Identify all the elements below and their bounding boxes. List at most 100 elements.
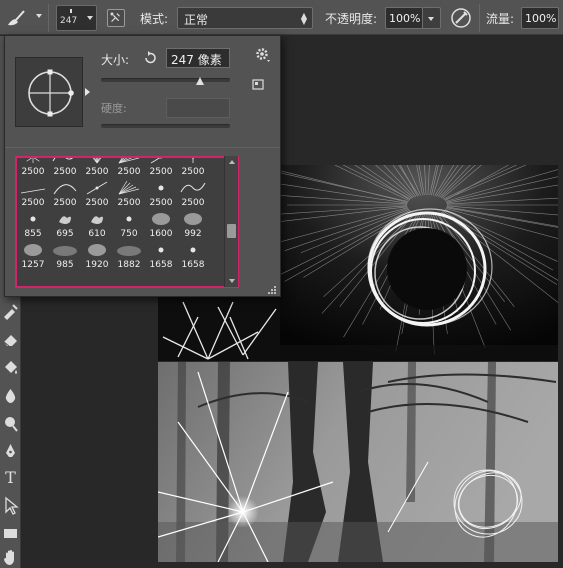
- blend-mode-value: 正常: [184, 13, 209, 27]
- opacity-slider-button[interactable]: [423, 7, 441, 29]
- brush-preset-item[interactable]: 1920: [81, 241, 113, 272]
- size-input[interactable]: 247 像素: [166, 48, 230, 68]
- brush-stroke-preview-icon: [53, 184, 77, 195]
- healing-brush-icon[interactable]: [1, 302, 20, 321]
- brush-preset-item[interactable]: 2500: [49, 158, 81, 179]
- size-slider-thumb[interactable]: [196, 77, 205, 85]
- chevron-down-icon: [428, 17, 434, 21]
- brush-stroke-preview-icon: [158, 185, 164, 191]
- brush-stroke-preview-icon: [24, 244, 42, 256]
- mode-label: 模式:: [140, 12, 169, 26]
- scrollbar-thumb[interactable]: [227, 224, 236, 239]
- scroll-up-icon[interactable]: [229, 160, 235, 164]
- hand-icon[interactable]: [1, 548, 20, 567]
- dodge-icon[interactable]: [1, 414, 20, 433]
- brush-preset-item[interactable]: 2500: [81, 158, 113, 179]
- reset-size-icon[interactable]: [143, 51, 157, 65]
- brush-preset-item[interactable]: 2500: [145, 158, 177, 179]
- flow-input[interactable]: 100%: [521, 7, 559, 29]
- brush-preset-size-label: 2500: [85, 167, 109, 177]
- new-preset-icon[interactable]: [252, 79, 265, 90]
- brush-stroke-preview-icon: [86, 181, 108, 195]
- brush-preset-size-label: 750: [120, 229, 138, 239]
- brush-preset-item[interactable]: 2500: [17, 158, 49, 179]
- brush-preset-item[interactable]: 1658: [145, 241, 177, 272]
- brush-preset-size-label: 2500: [21, 198, 45, 208]
- brush-preset-item[interactable]: 2500: [177, 158, 209, 179]
- brush-preset-item[interactable]: 1882: [113, 241, 145, 272]
- brush-preset-size-label: 855: [24, 229, 42, 239]
- brush-stroke-preview-icon: [59, 216, 71, 224]
- brush-stroke-preview-icon: [30, 216, 36, 222]
- brush-stroke-preview-icon: [158, 247, 164, 253]
- brush-preset-item[interactable]: 855: [17, 210, 49, 241]
- brush-preset-size-label: 2500: [53, 198, 77, 208]
- brush-preset-item[interactable]: 1257: [17, 241, 49, 272]
- brush-list-scrollbar[interactable]: [224, 156, 238, 287]
- brush-preset-item[interactable]: 2500: [49, 179, 81, 210]
- opacity-input[interactable]: 100%: [385, 7, 423, 29]
- brush-stroke-preview-icon: [53, 246, 77, 256]
- brush-stroke-preview-icon: [88, 244, 106, 256]
- brush-preset-size-label: 2500: [21, 167, 45, 177]
- brush-stroke-preview-icon: [118, 180, 140, 195]
- brush-preset-size-label: 1600: [149, 229, 173, 239]
- brush-preset-size-label: 2500: [181, 167, 205, 177]
- brush-stroke-preview-icon: [180, 182, 206, 193]
- brush-preset-size-label: 1658: [181, 260, 205, 270]
- brush-preset-item[interactable]: 992: [177, 210, 209, 241]
- rectangle-icon[interactable]: [1, 524, 20, 543]
- pen-icon[interactable]: [1, 442, 20, 461]
- brush-preset-size-label: 2500: [117, 198, 141, 208]
- hardness-slider-track[interactable]: [101, 124, 230, 128]
- chevron-down-icon: [87, 16, 93, 20]
- brush-preset-item[interactable]: 985: [49, 241, 81, 272]
- brush-preset-picker-button[interactable]: 247: [56, 5, 97, 31]
- brush-preset-size-label: 1658: [149, 260, 173, 270]
- type-icon[interactable]: T: [1, 468, 20, 487]
- brush-stroke-preview-icon: [117, 246, 141, 256]
- brush-stroke-preview-icon: [190, 247, 196, 253]
- options-bar: 247 模式: 正常 ▲ ▼ 不透明度: 100% 流量: 100%: [0, 0, 563, 35]
- flow-label: 流量:: [486, 12, 515, 26]
- brush-preset-item[interactable]: 2500: [113, 179, 145, 210]
- brush-preset-item[interactable]: 695: [49, 210, 81, 241]
- path-select-icon[interactable]: [1, 496, 20, 515]
- size-label: 大小:: [101, 53, 130, 67]
- brush-preset-picker-panel: 大小: 247 像素 硬度: 2500 2500 2500 2500 2500 2500 2…: [4, 35, 281, 297]
- steel-wool-photo: [280, 165, 558, 361]
- tool-preset-caret-icon[interactable]: [36, 14, 42, 18]
- brush-preset-item[interactable]: 610: [81, 210, 113, 241]
- brush-preset-item[interactable]: 1600: [145, 210, 177, 241]
- blend-mode-select[interactable]: 正常 ▲ ▼: [177, 7, 313, 29]
- photoshop-window: 247 模式: 正常 ▲ ▼ 不透明度: 100% 流量: 100% T 大小:…: [0, 0, 563, 568]
- brush-preset-size-label: 1882: [117, 260, 141, 270]
- brush-stroke-preview-icon: [152, 213, 170, 225]
- brush-preset-item[interactable]: 1658: [177, 241, 209, 272]
- scroll-down-icon[interactable]: [229, 279, 235, 283]
- brush-preset-item[interactable]: 2500: [17, 179, 49, 210]
- brush-preset-item[interactable]: 750: [113, 210, 145, 241]
- brush-preset-item[interactable]: 2500: [81, 179, 113, 210]
- brush-preset-size-label: 1257: [21, 260, 45, 270]
- blur-drop-icon[interactable]: [1, 386, 20, 405]
- hardness-label: 硬度:: [101, 102, 127, 115]
- brush-size-readout: 247: [60, 16, 78, 26]
- preview-arrow-icon: [85, 88, 90, 96]
- eraser-icon[interactable]: [1, 330, 20, 349]
- gear-icon[interactable]: [255, 47, 271, 63]
- pressure-opacity-icon[interactable]: [449, 6, 473, 30]
- forest-photo: [158, 362, 558, 562]
- brush-preset-size-label: 1920: [85, 260, 109, 270]
- brush-preset-item[interactable]: 2500: [177, 179, 209, 210]
- paint-bucket-icon[interactable]: [1, 358, 20, 377]
- brush-stroke-preview-icon: [126, 216, 132, 222]
- brush-angle-preview[interactable]: [15, 57, 83, 127]
- brush-panel-icon[interactable]: [107, 9, 125, 27]
- brush-preset-item[interactable]: 2500: [113, 158, 145, 179]
- brush-icon[interactable]: [4, 8, 26, 28]
- hardness-input[interactable]: [166, 98, 230, 118]
- size-slider-track[interactable]: [101, 78, 230, 82]
- resize-grip-icon[interactable]: [268, 286, 277, 295]
- brush-preset-item[interactable]: 2500: [145, 179, 177, 210]
